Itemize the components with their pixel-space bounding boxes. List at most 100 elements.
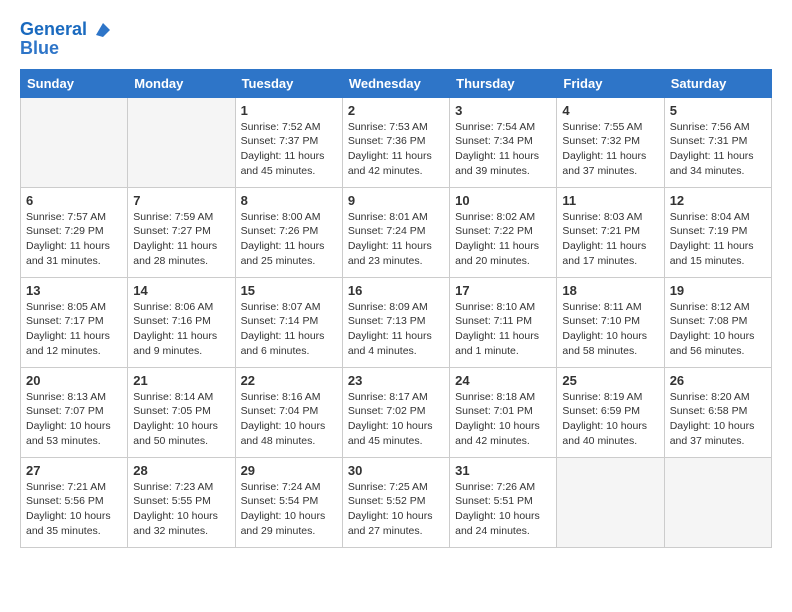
calendar-cell: 24 Sunrise: 8:18 AMSunset: 7:01 PMDayligh… — [450, 367, 557, 457]
calendar-cell: 19 Sunrise: 8:12 AMSunset: 7:08 PMDayligh… — [664, 277, 771, 367]
day-number: 27 — [26, 463, 122, 478]
week-row-5: 27 Sunrise: 7:21 AMSunset: 5:56 PMDayligh… — [21, 457, 772, 547]
day-number: 30 — [348, 463, 444, 478]
calendar-cell: 1 Sunrise: 7:52 AMSunset: 7:37 PMDaylight… — [235, 97, 342, 187]
week-row-3: 13Sunrise: 8:05 AMSunset: 7:17 PMDayligh… — [21, 277, 772, 367]
day-number: 29 — [241, 463, 337, 478]
day-number: 31 — [455, 463, 551, 478]
calendar-cell: 23 Sunrise: 8:17 AMSunset: 7:02 PMDayligh… — [342, 367, 449, 457]
week-row-2: 6 Sunrise: 7:57 AMSunset: 7:29 PMDaylight… — [21, 187, 772, 277]
calendar-cell: 5 Sunrise: 7:56 AMSunset: 7:31 PMDaylight… — [664, 97, 771, 187]
day-number: 16 — [348, 283, 444, 298]
day-number: 14 — [133, 283, 229, 298]
day-info: Sunrise: 8:16 AMSunset: 7:04 PMDaylight:… — [241, 390, 337, 449]
calendar-cell: 18 Sunrise: 8:11 AMSunset: 7:10 PMDayligh… — [557, 277, 664, 367]
day-info: Sunrise: 7:24 AMSunset: 5:54 PMDaylight:… — [241, 480, 337, 539]
calendar-cell: 17Sunrise: 8:10 AMSunset: 7:11 PMDayligh… — [450, 277, 557, 367]
day-number: 12 — [670, 193, 766, 208]
weekday-header-saturday: Saturday — [664, 69, 771, 97]
day-info: Sunrise: 8:01 AMSunset: 7:24 PMDaylight:… — [348, 210, 444, 269]
day-number: 9 — [348, 193, 444, 208]
week-row-1: 1 Sunrise: 7:52 AMSunset: 7:37 PMDaylight… — [21, 97, 772, 187]
day-number: 15 — [241, 283, 337, 298]
day-number: 20 — [26, 373, 122, 388]
calendar-cell: 4 Sunrise: 7:55 AMSunset: 7:32 PMDaylight… — [557, 97, 664, 187]
day-info: Sunrise: 7:21 AMSunset: 5:56 PMDaylight:… — [26, 480, 122, 539]
calendar-cell: 11 Sunrise: 8:03 AMSunset: 7:21 PMDayligh… — [557, 187, 664, 277]
header: General Blue — [20, 20, 772, 59]
day-info: Sunrise: 7:26 AMSunset: 5:51 PMDaylight:… — [455, 480, 551, 539]
calendar-cell — [664, 457, 771, 547]
weekday-header-tuesday: Tuesday — [235, 69, 342, 97]
calendar-cell: 15 Sunrise: 8:07 AMSunset: 7:14 PMDayligh… — [235, 277, 342, 367]
calendar-cell — [557, 457, 664, 547]
logo-blue: Blue — [20, 38, 112, 59]
calendar-cell: 3Sunrise: 7:54 AMSunset: 7:34 PMDaylight… — [450, 97, 557, 187]
day-info: Sunrise: 7:23 AMSunset: 5:55 PMDaylight:… — [133, 480, 229, 539]
day-number: 18 — [562, 283, 658, 298]
day-number: 8 — [241, 193, 337, 208]
weekday-header-row: SundayMondayTuesdayWednesdayThursdayFrid… — [21, 69, 772, 97]
day-number: 6 — [26, 193, 122, 208]
calendar-cell: 10 Sunrise: 8:02 AMSunset: 7:22 PMDayligh… — [450, 187, 557, 277]
day-info: Sunrise: 8:00 AMSunset: 7:26 PMDaylight:… — [241, 210, 337, 269]
day-info: Sunrise: 7:25 AMSunset: 5:52 PMDaylight:… — [348, 480, 444, 539]
logo: General Blue — [20, 20, 112, 59]
day-info: Sunrise: 8:02 AMSunset: 7:22 PMDaylight:… — [455, 210, 551, 269]
logo-icon — [94, 21, 112, 39]
calendar-cell: 14 Sunrise: 8:06 AMSunset: 7:16 PMDayligh… — [128, 277, 235, 367]
calendar-cell: 16 Sunrise: 8:09 AMSunset: 7:13 PMDayligh… — [342, 277, 449, 367]
day-number: 22 — [241, 373, 337, 388]
day-info: Sunrise: 7:55 AMSunset: 7:32 PMDaylight:… — [562, 120, 658, 179]
logo-text: General — [20, 20, 112, 40]
calendar-cell: 30 Sunrise: 7:25 AMSunset: 5:52 PMDayligh… — [342, 457, 449, 547]
day-info: Sunrise: 8:11 AMSunset: 7:10 PMDaylight:… — [562, 300, 658, 359]
day-info: Sunrise: 7:54 AMSunset: 7:34 PMDaylight:… — [455, 120, 551, 179]
calendar-cell — [128, 97, 235, 187]
day-info: Sunrise: 7:53 AMSunset: 7:36 PMDaylight:… — [348, 120, 444, 179]
calendar-cell: 13Sunrise: 8:05 AMSunset: 7:17 PMDayligh… — [21, 277, 128, 367]
day-number: 21 — [133, 373, 229, 388]
calendar-cell: 31 Sunrise: 7:26 AMSunset: 5:51 PMDayligh… — [450, 457, 557, 547]
day-number: 25 — [562, 373, 658, 388]
day-number: 5 — [670, 103, 766, 118]
day-number: 26 — [670, 373, 766, 388]
day-info: Sunrise: 8:18 AMSunset: 7:01 PMDaylight:… — [455, 390, 551, 449]
calendar-cell: 26Sunrise: 8:20 AMSunset: 6:58 PMDayligh… — [664, 367, 771, 457]
calendar-cell: 28Sunrise: 7:23 AMSunset: 5:55 PMDayligh… — [128, 457, 235, 547]
weekday-header-friday: Friday — [557, 69, 664, 97]
day-number: 10 — [455, 193, 551, 208]
day-number: 2 — [348, 103, 444, 118]
calendar-cell: 25Sunrise: 8:19 AMSunset: 6:59 PMDayligh… — [557, 367, 664, 457]
day-info: Sunrise: 7:56 AMSunset: 7:31 PMDaylight:… — [670, 120, 766, 179]
day-number: 7 — [133, 193, 229, 208]
day-info: Sunrise: 8:04 AMSunset: 7:19 PMDaylight:… — [670, 210, 766, 269]
calendar-cell: 22 Sunrise: 8:16 AMSunset: 7:04 PMDayligh… — [235, 367, 342, 457]
day-number: 19 — [670, 283, 766, 298]
calendar-table: SundayMondayTuesdayWednesdayThursdayFrid… — [20, 69, 772, 548]
day-info: Sunrise: 8:14 AMSunset: 7:05 PMDaylight:… — [133, 390, 229, 449]
day-info: Sunrise: 8:06 AMSunset: 7:16 PMDaylight:… — [133, 300, 229, 359]
day-info: Sunrise: 7:57 AMSunset: 7:29 PMDaylight:… — [26, 210, 122, 269]
weekday-header-thursday: Thursday — [450, 69, 557, 97]
day-info: Sunrise: 8:12 AMSunset: 7:08 PMDaylight:… — [670, 300, 766, 359]
day-info: Sunrise: 8:03 AMSunset: 7:21 PMDaylight:… — [562, 210, 658, 269]
calendar-cell: 29 Sunrise: 7:24 AMSunset: 5:54 PMDayligh… — [235, 457, 342, 547]
day-number: 24 — [455, 373, 551, 388]
calendar-cell: 8 Sunrise: 8:00 AMSunset: 7:26 PMDaylight… — [235, 187, 342, 277]
day-info: Sunrise: 8:07 AMSunset: 7:14 PMDaylight:… — [241, 300, 337, 359]
day-number: 1 — [241, 103, 337, 118]
day-info: Sunrise: 8:17 AMSunset: 7:02 PMDaylight:… — [348, 390, 444, 449]
day-info: Sunrise: 8:09 AMSunset: 7:13 PMDaylight:… — [348, 300, 444, 359]
day-info: Sunrise: 8:05 AMSunset: 7:17 PMDaylight:… — [26, 300, 122, 359]
calendar-cell — [21, 97, 128, 187]
day-number: 17 — [455, 283, 551, 298]
weekday-header-monday: Monday — [128, 69, 235, 97]
day-number: 23 — [348, 373, 444, 388]
day-number: 11 — [562, 193, 658, 208]
calendar-cell: 2 Sunrise: 7:53 AMSunset: 7:36 PMDaylight… — [342, 97, 449, 187]
day-number: 4 — [562, 103, 658, 118]
weekday-header-sunday: Sunday — [21, 69, 128, 97]
day-info: Sunrise: 7:52 AMSunset: 7:37 PMDaylight:… — [241, 120, 337, 179]
calendar-cell: 20Sunrise: 8:13 AMSunset: 7:07 PMDayligh… — [21, 367, 128, 457]
